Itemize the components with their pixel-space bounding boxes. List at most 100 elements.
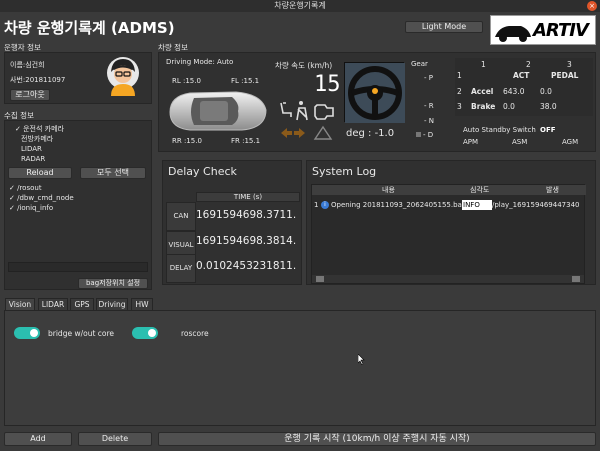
delay-visual-value: 1691594698.3814...	[196, 235, 296, 247]
delay-delay-label: DELAY	[166, 254, 196, 283]
pedal-row-2-idx: 2	[457, 87, 462, 96]
asm-label: ASM	[512, 138, 528, 146]
log-row[interactable]: 1 i Opening 201811093_2062405155.bag INF…	[312, 199, 586, 211]
car-logo-icon	[495, 26, 531, 42]
tab-lidar[interactable]: LIDAR	[38, 298, 68, 310]
steering-wheel-icon	[345, 63, 405, 123]
bag-path-field[interactable]	[8, 262, 148, 272]
seat-icon	[280, 102, 292, 117]
topic-item-rosout[interactable]: ✓ /rosout	[9, 183, 74, 193]
system-log-header-row: 내용 심각도 발생	[312, 185, 586, 195]
tab-gps[interactable]: GPS	[70, 298, 94, 310]
agm-label: AGM	[562, 138, 579, 146]
start-recording-button[interactable]: 운행 기록 시작 (10km/h 이상 주행시 자동 시작)	[158, 432, 596, 446]
car-icon	[169, 91, 267, 131]
artiv-logo: ARTIV	[490, 15, 596, 45]
sensor-list: ✓ 운전석 카메라 전방카메라 LIDAR RADAR	[9, 124, 64, 164]
log-header-source: 발생	[546, 186, 559, 194]
light-mode-button[interactable]: Light Mode	[405, 21, 483, 33]
tire-fl: FL :15.1	[231, 77, 260, 85]
delay-delay-value: 0.0102453231811...	[196, 260, 296, 272]
brake-label: Brake	[471, 102, 496, 111]
logout-button[interactable]: 로그아웃	[10, 89, 50, 101]
mouse-cursor-icon	[357, 353, 366, 367]
pedal-col-2: 2	[526, 60, 531, 69]
logo-text: ARTIV	[533, 20, 589, 41]
tab-driving[interactable]: Driving	[96, 298, 128, 310]
sensor-item-driver-camera[interactable]: ✓ 운전석 카메라	[9, 124, 64, 134]
brake-pedal: 38.0	[540, 102, 557, 111]
app-title: 차량 운행기록계 (ADMS)	[4, 19, 175, 37]
reload-button[interactable]: Reload	[8, 167, 72, 179]
gear-indicator-icon	[416, 132, 421, 137]
delay-can-label: CAN	[166, 202, 196, 231]
vehicle-status-icons	[279, 100, 339, 122]
log-severity: INFO	[462, 200, 492, 210]
apm-label: APM	[463, 138, 479, 146]
gear-n: - N	[424, 117, 434, 125]
bridge-label: bridge w/out core	[48, 329, 115, 338]
gear-label: Gear	[411, 60, 428, 68]
system-log-title: System Log	[312, 165, 377, 178]
tire-fr: FR :15.1	[231, 137, 261, 145]
log-horizontal-scrollbar[interactable]	[312, 275, 584, 283]
tab-vision[interactable]: Vision	[5, 298, 35, 310]
log-row-index: 1	[314, 201, 319, 209]
delay-can-value: 1691594698.3711...	[196, 209, 296, 221]
tab-hw[interactable]: HW	[131, 298, 153, 310]
pedal-row-3-idx: 3	[457, 102, 462, 111]
driver-employee-id: 사번:201811097	[10, 76, 66, 84]
pedal-header: PEDAL	[551, 71, 579, 80]
info-icon: i	[321, 201, 329, 209]
driver-name: 이름:심건희	[10, 61, 45, 69]
add-button[interactable]: Add	[4, 432, 72, 446]
vision-tab-panel	[4, 310, 596, 426]
bridge-toggle[interactable]	[14, 327, 40, 339]
auto-standby-label: Auto Standby Switch	[463, 126, 536, 134]
sensor-item-front-camera[interactable]: 전방카메라	[9, 134, 64, 144]
tire-rr: RR :15.0	[172, 137, 202, 145]
topic-item-ioniq-info[interactable]: ✓ /ioniq_info	[9, 203, 74, 213]
seatbelt-icon	[296, 101, 308, 121]
window-titlebar: 차량운행기록계	[0, 0, 600, 12]
tire-rl: RL :15.0	[172, 77, 201, 85]
pedal-col-1: 1	[481, 60, 486, 69]
pedal-table: 1 2 3 1 ACT PEDAL 2 Accel 643.0 0.0 3 Br…	[455, 58, 593, 116]
auto-standby-state: OFF	[540, 126, 556, 134]
accel-act: 643.0	[503, 87, 525, 96]
delay-table: TIME (s) CAN 1691594698.3711... VISUAL 1…	[166, 192, 300, 283]
hazard-icon	[313, 125, 333, 140]
roscore-toggle[interactable]	[132, 327, 158, 339]
pedal-row-1-idx: 1	[457, 71, 462, 80]
gear-p: - P	[424, 74, 433, 82]
delay-check-title: Delay Check	[168, 165, 237, 178]
topic-item-dbw-cmd-node[interactable]: ✓ /dbw_cmd_node	[9, 193, 74, 203]
steering-display	[344, 62, 405, 123]
system-log-table: 내용 심각도 발생 1 i Opening 201811093_20624051…	[311, 184, 586, 284]
avatar-icon	[107, 57, 139, 96]
engine-icon	[314, 104, 334, 120]
gear-r: - R	[424, 102, 434, 110]
warning-icons	[279, 125, 339, 141]
sensor-item-lidar[interactable]: LIDAR	[9, 144, 64, 154]
act-header: ACT	[513, 71, 530, 80]
pedal-col-3: 3	[567, 60, 572, 69]
sensor-item-radar[interactable]: RADAR	[9, 154, 64, 164]
delete-button[interactable]: Delete	[78, 432, 152, 446]
scroll-right-icon[interactable]	[572, 276, 580, 282]
turn-signal-icon	[281, 128, 305, 138]
driver-avatar	[106, 56, 140, 96]
select-all-button[interactable]: 모두 선택	[80, 167, 146, 179]
car-top-view	[166, 88, 269, 134]
roscore-label: roscore	[181, 329, 209, 338]
log-header-content: 내용	[382, 186, 395, 194]
scroll-left-icon[interactable]	[316, 276, 324, 282]
bridge-toggle-knob	[30, 329, 38, 337]
speed-value: 15	[314, 72, 341, 97]
topic-list: ✓ /rosout ✓ /dbw_cmd_node ✓ /ioniq_info	[9, 183, 74, 213]
close-window-button[interactable]: ×	[587, 1, 597, 11]
accel-pedal: 0.0	[540, 87, 552, 96]
bag-path-button[interactable]: bag저장위치 설정	[78, 278, 148, 289]
window-title: 차량운행기록계	[274, 1, 326, 10]
log-source: /play_169159469447340	[492, 201, 580, 209]
